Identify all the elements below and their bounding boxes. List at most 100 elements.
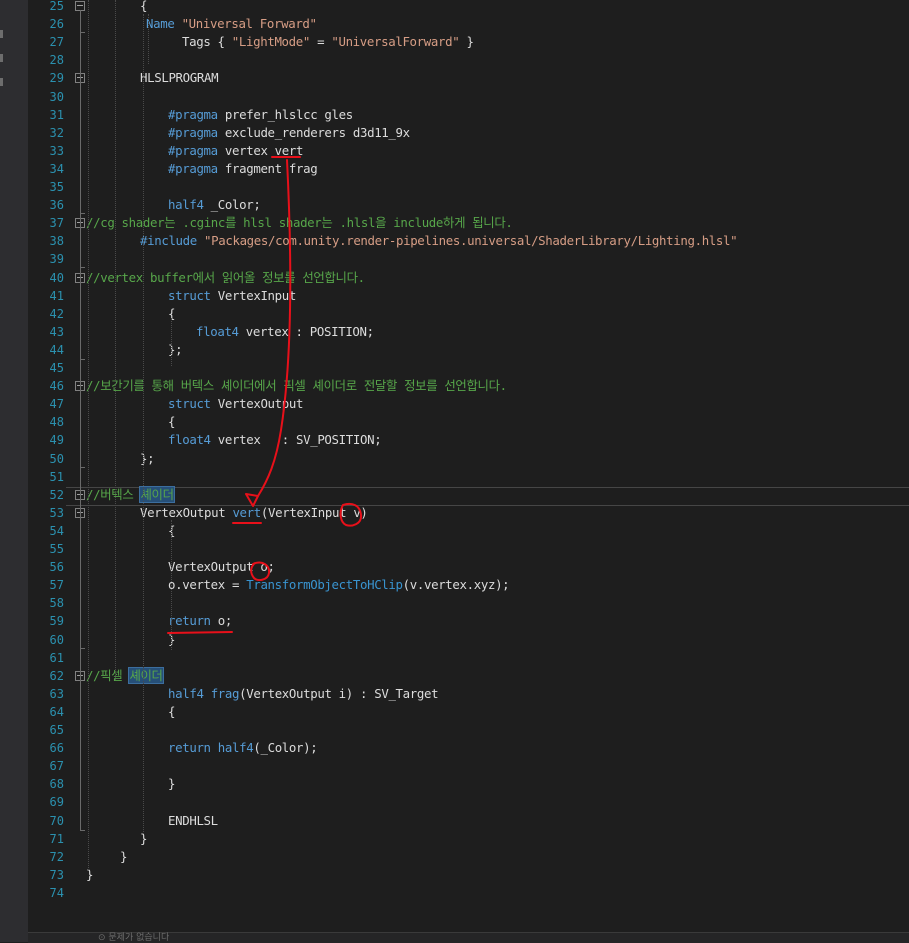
line-number: 46 <box>49 379 64 394</box>
line-number: 49 <box>49 433 64 448</box>
code-line[interactable]: } <box>168 775 175 793</box>
line-number: 64 <box>49 704 64 719</box>
line-number: 51 <box>49 469 64 484</box>
code-line[interactable]: Name "Universal Forward" <box>146 15 317 33</box>
code-token: VertexInput <box>210 287 297 303</box>
line-number: 53 <box>49 505 64 520</box>
code-token: prefer_hlslcc gles <box>217 106 353 122</box>
code-line[interactable]: #pragma prefer_hlslcc gles <box>168 106 353 124</box>
line-number: 56 <box>49 560 64 575</box>
code-token: { <box>168 703 176 719</box>
code-token: #pragma <box>168 124 218 140</box>
code-line[interactable]: { <box>140 0 147 15</box>
code-token: o; <box>210 613 233 629</box>
code-line[interactable]: half4 frag(VertexOutput i) : SV_Target <box>168 685 439 703</box>
code-token: VertexOutput o; <box>168 559 275 575</box>
code-token: return <box>168 740 211 756</box>
line-number: 39 <box>49 252 64 267</box>
code-line[interactable]: //cg shader는 .cginc를 hlsl shader는 .hlsl을… <box>86 214 513 232</box>
code-token: (_Color); <box>253 740 318 756</box>
line-number: 73 <box>49 867 64 882</box>
line-number: 67 <box>49 759 64 774</box>
code-line[interactable]: //vertex buffer에서 읽어올 정보를 선언합니다. <box>86 269 365 287</box>
fold-end-marker <box>80 648 85 649</box>
indent-guide <box>171 318 172 366</box>
fold-end-marker <box>80 267 85 268</box>
code-token: float4 <box>168 432 211 448</box>
fold-end-marker <box>80 830 85 831</box>
code-token: "LightMode" <box>231 34 311 50</box>
code-line[interactable]: struct VertexInput <box>168 287 296 305</box>
code-token: //버텍스 <box>86 486 141 502</box>
code-token: 셰이더 <box>129 667 163 683</box>
fold-margin-line <box>80 10 81 830</box>
fold-end-marker <box>80 359 85 360</box>
code-token: (VertexInput v) <box>260 504 368 520</box>
line-number: 40 <box>49 270 64 285</box>
code-token: half4 <box>168 197 204 213</box>
code-line[interactable]: VertexOutput vert(VertexInput v) <box>140 504 368 522</box>
code-line[interactable]: //버텍스 셰이더 <box>86 486 174 504</box>
line-number: 60 <box>49 632 64 647</box>
line-number: 30 <box>49 89 64 104</box>
fold-end-marker <box>80 213 85 214</box>
code-token: VertexOutput <box>140 504 233 520</box>
code-token: "Universal Forward" <box>181 16 317 32</box>
line-number: 26 <box>49 17 64 32</box>
code-line[interactable]: #pragma fragment frag <box>168 160 318 178</box>
code-line[interactable]: #pragma vertex vert <box>168 142 303 160</box>
code-line[interactable]: half4 _Color; <box>168 196 261 214</box>
line-number: 31 <box>49 107 64 122</box>
code-line[interactable]: { <box>168 413 175 431</box>
indent-guide <box>88 0 89 870</box>
code-token: } <box>120 848 128 864</box>
code-line[interactable]: HLSLPROGRAM <box>140 69 219 87</box>
line-number: 25 <box>49 0 64 13</box>
code-token: #pragma <box>168 106 218 122</box>
code-token: frag <box>210 685 240 701</box>
code-line[interactable]: float4 vertex : POSITION; <box>196 323 374 341</box>
code-line[interactable]: #include "Packages/com.unity.render-pipe… <box>140 232 738 250</box>
line-number: 41 <box>49 288 64 303</box>
code-token: //보간기를 통해 버텍스 셰이더에서 픽셀 셰이더로 전달할 정보를 선언합니… <box>86 378 507 394</box>
indent-guide <box>171 520 172 650</box>
line-number: 69 <box>49 795 64 810</box>
code-line[interactable]: struct VertexOutput <box>168 395 303 413</box>
code-token: //vertex buffer에서 읽어올 정보를 선언합니다. <box>86 269 365 285</box>
underline-return <box>167 631 233 634</box>
indent-guide <box>115 0 116 680</box>
code-line[interactable]: return half4(_Color); <box>168 739 318 757</box>
code-line[interactable]: ENDHLSL <box>168 812 218 830</box>
line-number: 72 <box>49 849 64 864</box>
line-number: 44 <box>49 342 64 357</box>
line-number: 43 <box>49 324 64 339</box>
code-token: (VertexOutput i) : SV_Target <box>239 685 439 701</box>
code-line[interactable]: //픽셀 셰이더 <box>86 667 163 685</box>
code-line[interactable]: VertexOutput o; <box>168 558 275 576</box>
code-token: fragment frag <box>217 160 318 176</box>
code-token: //픽셀 <box>86 667 130 683</box>
code-line[interactable]: o.vertex = TransformObjectToHClip(v.vert… <box>168 576 510 594</box>
line-number: 50 <box>49 451 64 466</box>
code-token: float4 <box>196 323 239 339</box>
red-pen-annotations <box>167 156 363 634</box>
code-line[interactable]: //보간기를 통해 버텍스 셰이더에서 픽셀 셰이더로 전달할 정보를 선언합니… <box>86 377 507 395</box>
line-number: 37 <box>49 216 64 231</box>
line-number: 48 <box>49 415 64 430</box>
code-line[interactable]: float4 vertex : SV_POSITION; <box>168 431 382 449</box>
code-token: VertexOutput <box>210 396 304 412</box>
code-line[interactable]: return o; <box>168 612 232 630</box>
line-number: 55 <box>49 542 64 556</box>
code-token: return <box>168 613 211 629</box>
code-line[interactable]: } <box>120 848 127 866</box>
code-line[interactable]: #pragma exclude_renderers d3d11_9x <box>168 124 410 142</box>
line-number: 54 <box>49 523 64 538</box>
code-token: { <box>168 414 176 430</box>
code-line[interactable]: { <box>168 703 175 721</box>
indent-guide <box>148 14 149 64</box>
code-token: 셰이더 <box>140 486 174 502</box>
line-number: 45 <box>49 361 64 375</box>
code-token: } <box>168 776 176 792</box>
code-line[interactable]: Tags { "LightMode" = "UniversalForward" … <box>182 33 474 51</box>
